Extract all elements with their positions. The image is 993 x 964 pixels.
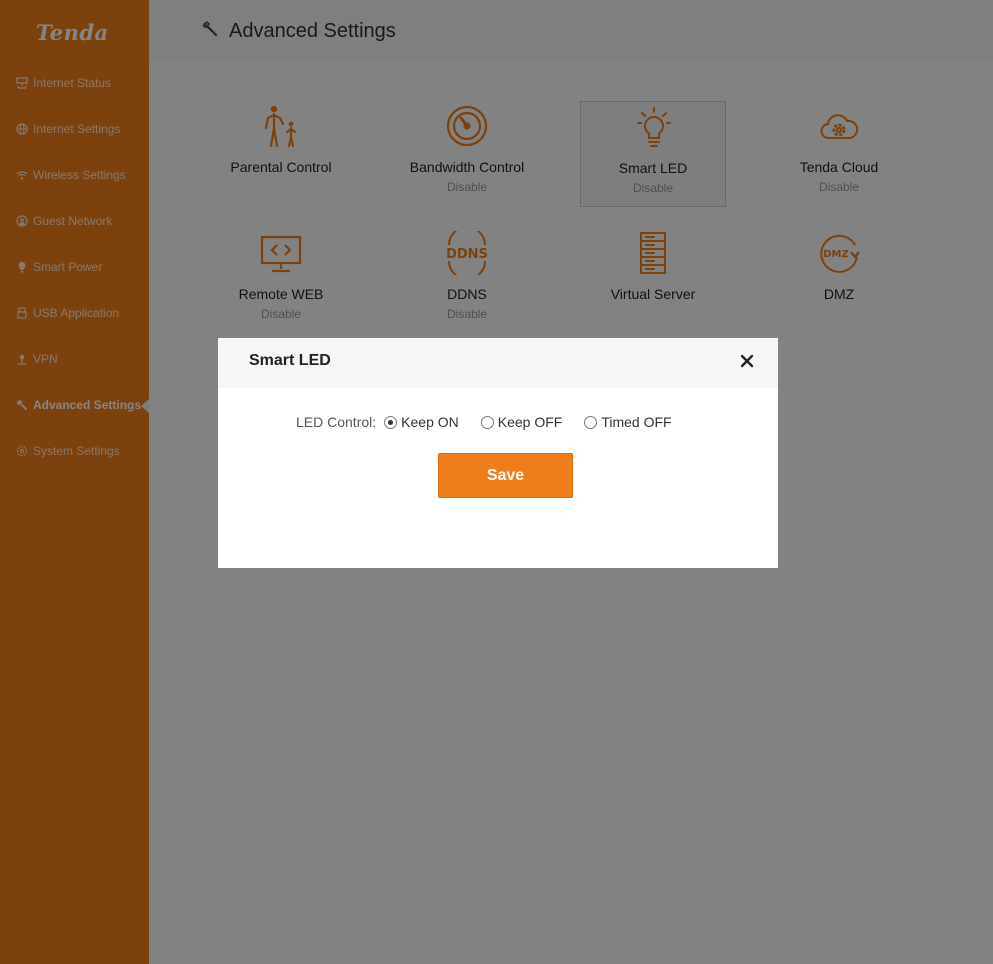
- radio-label: Keep OFF: [497, 414, 563, 430]
- save-button[interactable]: Save: [438, 453, 573, 498]
- radio-timed-off[interactable]: Timed OFF: [584, 414, 672, 430]
- dialog-header: Smart LED: [218, 338, 778, 388]
- radio-label: Keep ON: [401, 414, 459, 430]
- radio-keep-on[interactable]: Keep ON: [384, 414, 459, 430]
- radio-indicator[interactable]: [480, 415, 494, 429]
- led-control-row: LED Control: Keep ON Keep OFF Timed OFF: [296, 414, 694, 430]
- dialog-title: Smart LED: [249, 352, 331, 369]
- smart-led-dialog: Smart LED LED Control: Keep ON Keep OFF …: [218, 338, 778, 568]
- close-icon: [740, 354, 754, 373]
- radio-indicator[interactable]: [584, 415, 598, 429]
- led-control-label: LED Control:: [296, 414, 377, 430]
- close-button[interactable]: [736, 352, 758, 374]
- radio-indicator[interactable]: [384, 415, 398, 429]
- radio-keep-off[interactable]: Keep OFF: [480, 414, 563, 430]
- radio-label: Timed OFF: [601, 414, 672, 430]
